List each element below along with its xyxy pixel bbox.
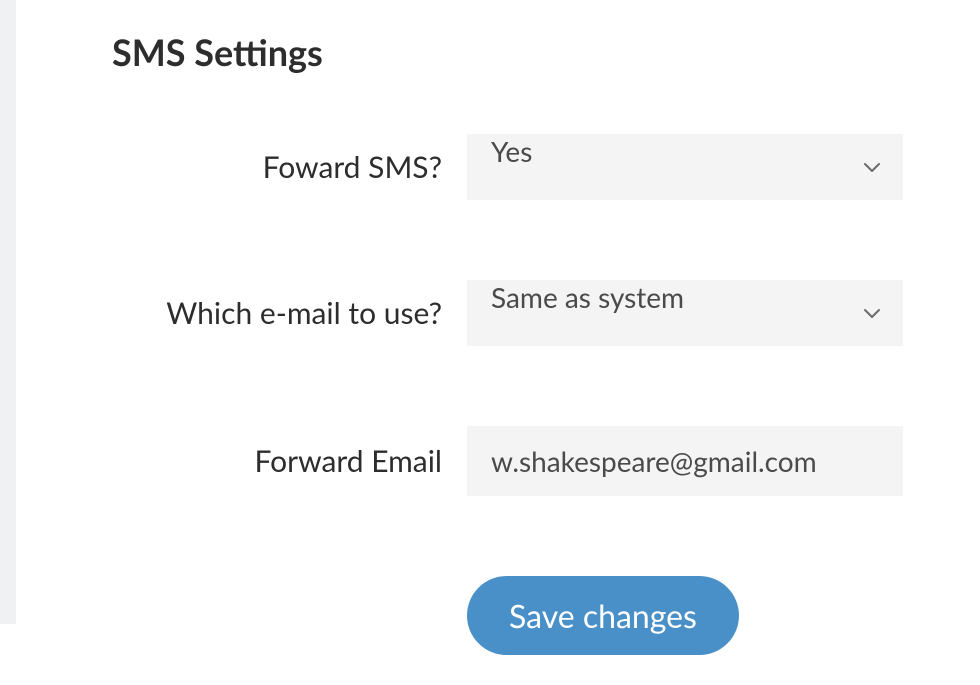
forward-sms-select-wrap: Yes xyxy=(467,134,903,200)
forward-email-label: Forward Email xyxy=(112,443,467,479)
which-email-row: Which e-mail to use? Same as system xyxy=(112,280,920,346)
which-email-select[interactable]: Same as system xyxy=(467,280,903,346)
forward-sms-select[interactable]: Yes xyxy=(467,134,903,200)
forward-sms-row: Foward SMS? Yes xyxy=(112,134,920,200)
which-email-select-wrap: Same as system xyxy=(467,280,903,346)
save-button[interactable]: Save changes xyxy=(467,576,739,655)
forward-sms-label: Foward SMS? xyxy=(112,149,467,185)
button-row: Save changes xyxy=(112,576,920,655)
settings-panel: SMS Settings Foward SMS? Yes Which e-mai… xyxy=(0,0,980,685)
forward-email-row: Forward Email xyxy=(112,426,920,496)
which-email-label: Which e-mail to use? xyxy=(112,295,467,331)
forward-email-input[interactable] xyxy=(467,426,903,496)
left-sidebar-edge xyxy=(0,0,16,624)
page-title: SMS Settings xyxy=(112,30,920,74)
